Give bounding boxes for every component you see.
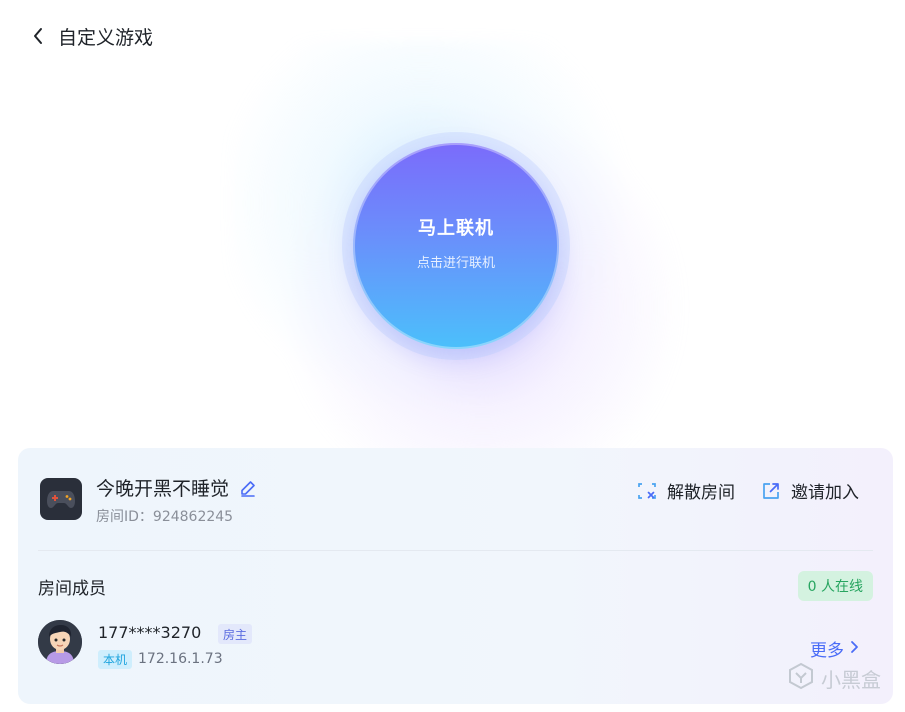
owner-badge: 房主 [218,624,253,644]
invite-button[interactable]: 邀请加入 [761,478,859,503]
share-external-icon [761,481,781,501]
invite-label: 邀请加入 [791,483,859,503]
connect-button[interactable]: 马上联机 点击进行联机 [353,143,559,349]
dissolve-room-label: 解散房间 [667,483,735,503]
edit-pencil-icon[interactable] [239,479,257,497]
more-label: 更多 [810,641,844,661]
member-row: 177****3270 房主 本机 172.16.1.73 更多 [38,620,873,670]
watermark: 小黑盒 [787,662,881,695]
room-name: 今晚开黑不睡觉 [96,478,230,500]
divider [38,550,873,551]
connect-title: 马上联机 [418,217,494,239]
member-phone: 177****3270 [98,623,202,642]
dissolve-room-icon [637,481,657,501]
chevron-left-icon [28,26,48,46]
avatar [38,620,82,664]
chevron-right-icon [850,639,859,659]
online-count-badge: 0 人在线 [797,571,873,601]
room-id-value: 924862245 [152,509,234,525]
connect-subtitle: 点击进行联机 [416,255,495,271]
dissolve-room-button[interactable]: 解散房间 [637,478,735,503]
members-label: 房间成员 [38,579,106,599]
watermark-text: 小黑盒 [821,668,881,692]
back-button[interactable]: 自定义游戏 [28,20,153,52]
gamepad-icon [40,478,82,520]
page-title: 自定义游戏 [58,26,154,49]
more-members-button[interactable]: 更多 [810,636,859,661]
room-id: 房间ID：924862245 [96,506,233,526]
local-badge: 本机 [98,650,133,669]
member-ip: 172.16.1.73 [138,651,223,667]
room-id-label: 房间ID： [96,509,153,525]
room-card: 今晚开黑不睡觉 房间ID：924862245 解散房间 邀请加入 房间成员 0 … [18,448,893,704]
watermark-logo-icon [787,662,815,695]
